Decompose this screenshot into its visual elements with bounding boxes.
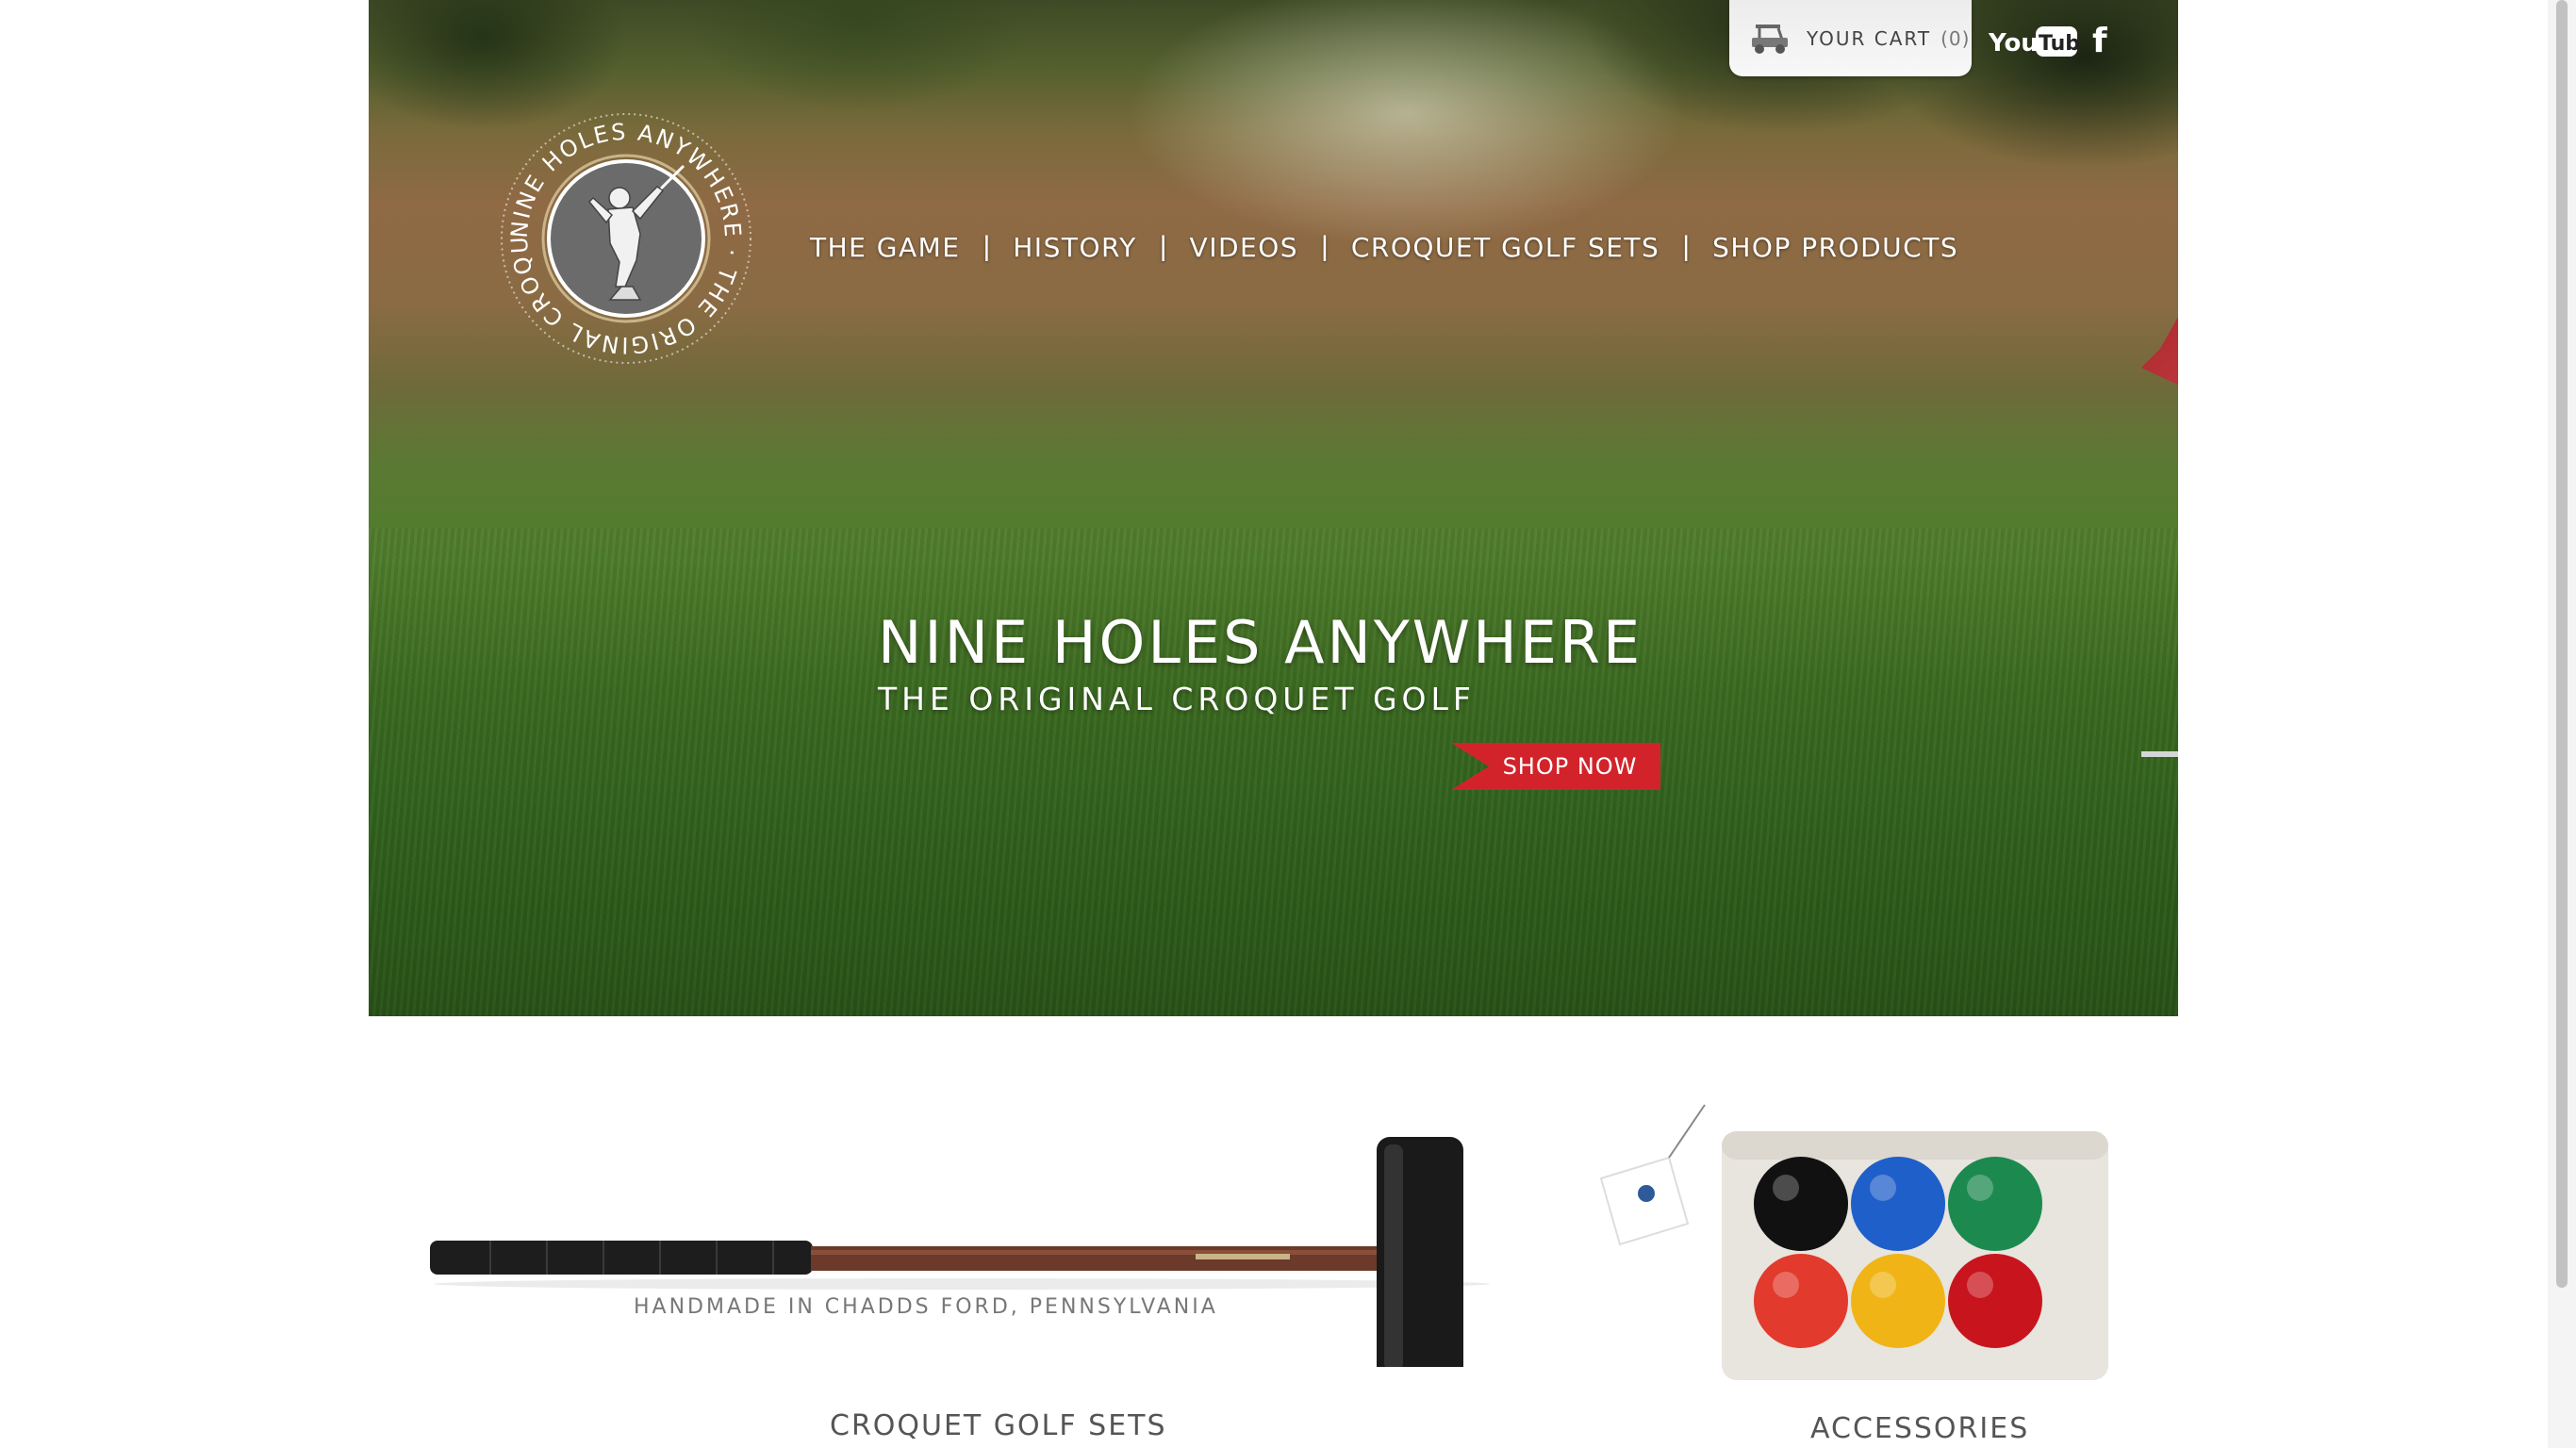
logo-emblem-icon: NINE HOLES ANYWHERE · THE ORIGINAL CROQU… [489, 90, 751, 364]
product-croquet-golf-sets[interactable]: HANDMADE IN CHADDS FORD, PENNSYLVANIA CR… [396, 1065, 1509, 1442]
hero-grass [369, 528, 2178, 1016]
croquet-balls-image [1599, 1104, 2108, 1380]
social-links: You Tube f [1989, 23, 2107, 60]
flagstick-illustration: 9 [2141, 317, 2178, 758]
nav-item-history[interactable]: HISTORY [1013, 232, 1137, 263]
vertical-scrollbar[interactable] [2548, 0, 2576, 1448]
hero-banner: NINE HOLES ANYWHERE · THE ORIGINAL CROQU… [369, 0, 2178, 1016]
croquet-golf-sets-label[interactable]: CROQUET GOLF SETS [830, 1409, 1167, 1442]
nav-separator: | [983, 231, 991, 262]
scrollbar-thumb[interactable] [2556, 0, 2568, 1288]
nav-item-shop-products[interactable]: SHOP PRODUCTS [1712, 232, 1958, 263]
cart-button[interactable]: YOUR CART (0) [1729, 0, 1972, 76]
nav-item-the-game[interactable]: THE GAME [810, 232, 960, 263]
accessories-label[interactable]: ACCESSORIES [1810, 1412, 2029, 1445]
site-logo[interactable]: NINE HOLES ANYWHERE · THE ORIGINAL CROQU… [489, 90, 753, 366]
nav-separator: | [1159, 231, 1167, 262]
hero-headline: NINE HOLES ANYWHERE THE ORIGINAL CROQUET… [878, 608, 1643, 717]
page: NINE HOLES ANYWHERE · THE ORIGINAL CROQU… [0, 0, 2576, 1448]
nav-separator: | [1682, 231, 1691, 262]
hero-subtitle: THE ORIGINAL CROQUET GOLF [878, 681, 1476, 717]
youtube-icon[interactable]: You Tube [1989, 23, 2079, 60]
product-accessories[interactable]: ACCESSORIES [1584, 1065, 2131, 1445]
nav-item-videos[interactable]: VIDEOS [1190, 232, 1298, 263]
cart-count: (0) [1940, 26, 1971, 50]
facebook-icon[interactable]: f [2092, 25, 2107, 58]
hero-title: NINE HOLES ANYWHERE [878, 608, 1643, 677]
nav-separator: | [1321, 231, 1329, 262]
main-nav: THE GAME | HISTORY | VIDEOS | CROQUET GO… [810, 226, 1958, 268]
mallet-caption: HANDMADE IN CHADDS FORD, PENNSYLVANIA [634, 1295, 1218, 1319]
croquet-mallet-image [430, 1137, 1490, 1380]
svg-text:Tube: Tube [2039, 32, 2079, 56]
nav-item-croquet-golf-sets[interactable]: CROQUET GOLF SETS [1351, 232, 1660, 263]
golf-cart-icon [1752, 24, 1788, 54]
cart-label: YOUR CART [1807, 26, 1932, 50]
svg-text:You: You [1989, 29, 2039, 58]
